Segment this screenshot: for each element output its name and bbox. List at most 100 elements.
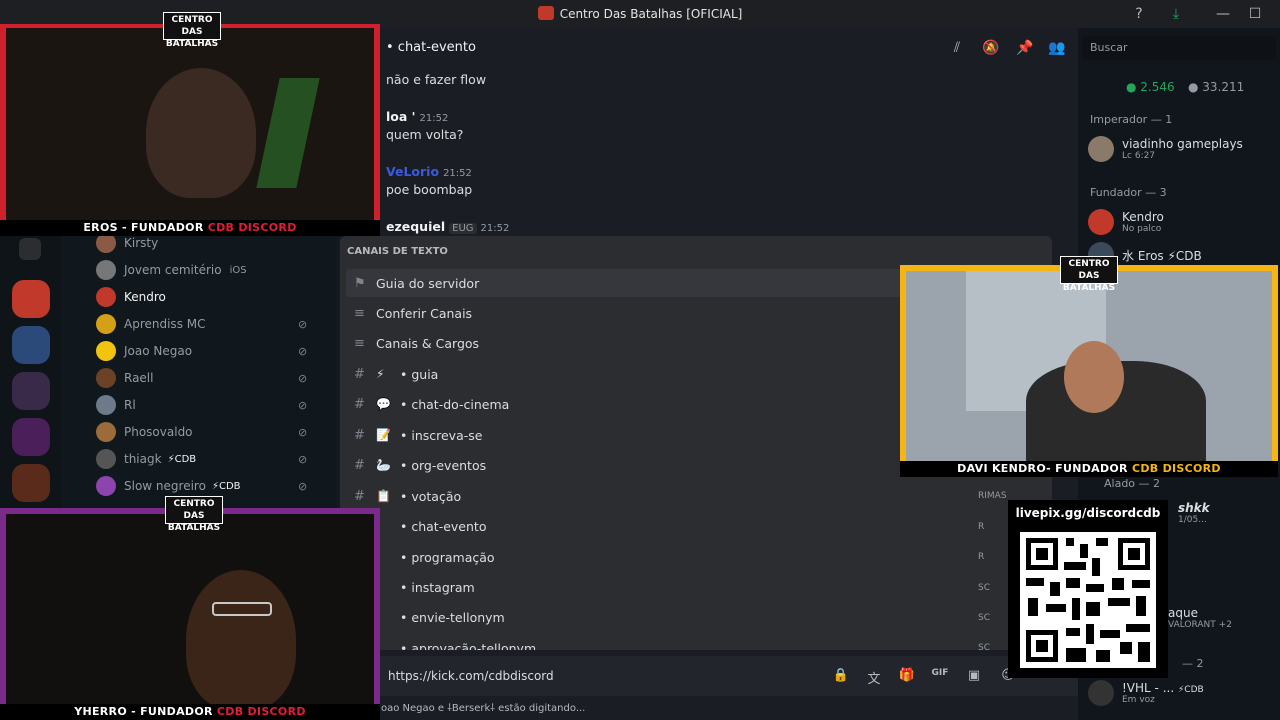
muted-mic-icon: ⊘ (298, 317, 308, 331)
member-name: Kendro (124, 290, 166, 304)
message-composer[interactable]: https://kick.com/cdbdiscord 🔒 文 🎁 GIF ▣ … (378, 656, 1078, 696)
banner-name: EROS - FUNDADOR (83, 221, 208, 234)
muted-mic-icon: ⊘ (298, 398, 308, 412)
webcam-banner: EROS - FUNDADOR CDB DISCORD (0, 220, 380, 236)
channel-option[interactable]: ⚑ Guia do servidor (346, 269, 906, 297)
minimize-icon[interactable]: — (1214, 5, 1232, 23)
list-item[interactable]: Kendro (96, 286, 166, 308)
hash-icon: # (354, 457, 365, 473)
member-name: Phosovaldo (124, 425, 193, 439)
muted-mic-icon: ⊘ (298, 479, 308, 493)
channel-option[interactable]: #• envie-tellonym (346, 603, 906, 631)
channel-label: • chat-do-cinema (400, 396, 510, 412)
list-item[interactable]: viadinho gameplays Lc 6:27 (1088, 134, 1243, 164)
muted-mic-icon: ⊘ (298, 371, 308, 385)
channel-option[interactable]: # 🦢 • org-eventos (346, 451, 906, 479)
timestamp: 21:52 (480, 223, 510, 234)
server-folder-icon[interactable] (12, 326, 50, 364)
channel-emoji: ⚡ (376, 367, 385, 381)
role-group-header: Alado — 2 (1104, 477, 1161, 490)
list-item[interactable]: shkk 1/05... (1178, 498, 1210, 528)
member-name: shkk (1178, 501, 1210, 515)
members-icon[interactable]: 👥 (1048, 40, 1066, 58)
server-icon[interactable] (12, 464, 50, 502)
channel-label: • chat-evento (400, 518, 487, 534)
list-item[interactable]: Phosovaldo ⊘ (96, 421, 336, 443)
list-item[interactable]: aque VALORANT +2 (1168, 603, 1232, 633)
gif-icon[interactable]: GIF (931, 668, 949, 686)
channel-option[interactable]: ≡ Canais & Cargos (346, 329, 906, 357)
avatar (96, 368, 116, 388)
member-name: viadinho gameplays (1122, 137, 1243, 151)
webcam-video (6, 28, 374, 222)
category-tag: R (978, 522, 985, 532)
message-author[interactable]: ezequiel EUG 21:52 (386, 219, 509, 234)
avatar (96, 314, 116, 334)
channel-option[interactable]: ≡ Conferir Canais (346, 299, 906, 327)
list-item[interactable]: thiagk ⚡CDB ⊘ (96, 448, 336, 470)
hourglass-icon[interactable] (19, 238, 41, 260)
download-icon[interactable]: ⤓ (1167, 5, 1185, 23)
avatar (96, 395, 116, 415)
channel-logo-badge: CENTRO DAS BATALHAS (1060, 256, 1118, 293)
total-count: ● 33.211 (1188, 80, 1245, 94)
server-icon-centro[interactable] (12, 280, 50, 318)
member-badge: ⚡CDB (167, 453, 197, 465)
channel-glyph-icon: ≡ (354, 305, 365, 321)
maximize-icon[interactable]: ☐ (1246, 5, 1264, 23)
channel-option[interactable]: #• programação (346, 543, 906, 571)
channel-option[interactable]: #• aprovação-tellonym (346, 634, 906, 651)
search-input[interactable]: Buscar (1082, 36, 1276, 60)
list-item[interactable]: Rl ⊘ (96, 394, 336, 416)
channel-label: • votação (400, 488, 462, 504)
mute-notifications-icon[interactable]: 🔕 (982, 40, 1000, 58)
channel-option[interactable]: #• chat-evento (346, 512, 906, 540)
list-item[interactable]: !VHL - ... ⚡CDB Em voz (1088, 678, 1204, 708)
message-input[interactable]: https://kick.com/cdbdiscord (388, 669, 554, 683)
channel-option[interactable]: # 📋 • votação (346, 482, 906, 510)
avatar (96, 449, 116, 469)
channel-option[interactable]: # ⚡ • guia (346, 360, 906, 388)
banner-name: DAVI KENDRO- FUNDADOR (957, 462, 1132, 475)
banner-highlight: CDB DISCORD (1131, 462, 1221, 475)
author-name: ezequiel (386, 219, 446, 234)
channel-option[interactable]: #• instagram (346, 573, 906, 601)
sticker-icon[interactable]: ▣ (965, 668, 983, 686)
channel-label: Guia do servidor (376, 275, 480, 291)
message-text: poe boombap (386, 182, 473, 197)
hash-icon: # (354, 488, 365, 504)
channel-option[interactable]: # 📝 • inscreva-se (346, 421, 906, 449)
avatar (96, 422, 116, 442)
channel-label: • envie-tellonym (400, 609, 505, 625)
gift-icon[interactable]: 🎁 (898, 668, 916, 686)
list-item[interactable]: Raell ⊘ (96, 367, 336, 389)
pin-icon[interactable]: 📌 (1016, 40, 1034, 58)
help-icon[interactable]: ? (1130, 5, 1148, 23)
list-item[interactable]: Jovem cemitério iOS (96, 259, 247, 281)
member-badge: ⚡CDB (211, 480, 241, 492)
message-author[interactable]: loa ' 21:52 (386, 109, 448, 124)
avatar (96, 341, 116, 361)
server-folder-icon[interactable] (12, 372, 50, 410)
member-name: !VHL - ... (1122, 681, 1175, 695)
streamer-head (1064, 341, 1124, 413)
muted-mic-icon: ⊘ (298, 344, 308, 358)
threads-icon[interactable]: ⫽ (948, 40, 966, 58)
voice-member-list: Kirsty Jovem cemitério iOS Kendro Aprendi… (62, 230, 337, 510)
list-item[interactable]: Slow negreiro ⚡CDB ⊘ (96, 475, 336, 497)
member-status: Em voz (1122, 695, 1155, 705)
lock-icon[interactable]: 🔒 (832, 668, 850, 686)
member-name: Slow negreiro (124, 479, 206, 493)
server-icon[interactable] (12, 418, 50, 456)
member-status: 1/05... (1178, 515, 1207, 525)
member-name: Jovem cemitério (124, 263, 222, 277)
muted-mic-icon: ⊘ (298, 425, 308, 439)
list-item[interactable]: Joao Negao ⊘ (96, 340, 336, 362)
channel-label: Conferir Canais (376, 305, 473, 321)
list-item[interactable]: Kendro No palco (1088, 207, 1164, 237)
list-item[interactable]: Aprendiss MC ⊘ (96, 313, 336, 335)
message-author[interactable]: VeLorio 21:52 (386, 164, 472, 179)
translate-icon[interactable]: 文 (865, 668, 883, 687)
member-name: Raell (124, 371, 154, 385)
channel-option[interactable]: # 💬 • chat-do-cinema (346, 390, 906, 418)
